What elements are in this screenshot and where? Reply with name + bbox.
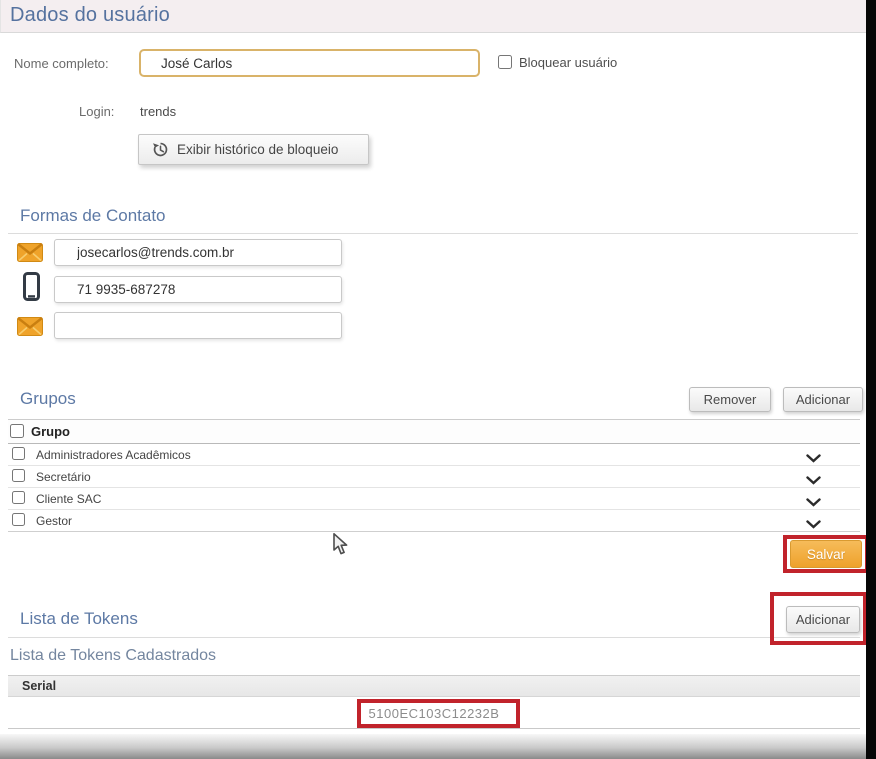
group-checkbox[interactable] [12, 447, 25, 460]
groups-section-heading: Grupos [20, 389, 76, 409]
tokens-table-header: Serial [8, 675, 860, 697]
secondary-email-input[interactable] [54, 312, 342, 339]
user-data-page: Dados do usuário Nome completo: Bloquear… [0, 0, 876, 759]
group-name: Administradores Acadêmicos [36, 448, 191, 462]
phone-icon [23, 272, 40, 306]
block-user-checkbox[interactable] [498, 55, 512, 69]
email-input[interactable] [54, 239, 342, 266]
group-checkbox[interactable] [12, 469, 25, 482]
token-row[interactable]: 5100EC103C12232B [8, 698, 860, 729]
full-name-label: Nome completo: [14, 56, 109, 71]
tokens-section-heading: Lista de Tokens [20, 609, 138, 629]
group-name: Cliente SAC [36, 492, 101, 506]
email-icon [17, 317, 43, 341]
group-row[interactable]: Gestor [8, 510, 860, 532]
group-row[interactable]: Secretário [8, 466, 860, 488]
show-block-history-label: Exibir histórico de bloqueio [177, 142, 338, 157]
full-name-input[interactable] [139, 49, 480, 77]
mouse-cursor [333, 533, 352, 560]
login-label: Login: [79, 104, 114, 119]
show-block-history-button[interactable]: Exibir histórico de bloqueio [138, 134, 369, 165]
add-group-button[interactable]: Adicionar [783, 387, 863, 412]
group-row[interactable]: Administradores Acadêmicos [8, 444, 860, 466]
group-row[interactable]: Cliente SAC [8, 488, 860, 510]
phone-input[interactable] [54, 276, 342, 303]
email-icon [17, 243, 43, 267]
page-title: Dados do usuário [10, 4, 170, 27]
add-token-button[interactable]: Adicionar [786, 606, 860, 633]
registered-tokens-heading: Lista de Tokens Cadastrados [10, 647, 216, 665]
block-user-label: Bloquear usuário [519, 55, 617, 70]
group-checkbox[interactable] [12, 491, 25, 504]
group-checkbox[interactable] [12, 513, 25, 526]
group-name: Secretário [36, 470, 91, 484]
tokens-divider [8, 637, 860, 638]
save-button[interactable]: Salvar [790, 540, 862, 568]
group-name: Gestor [36, 514, 72, 528]
history-clock-icon [152, 141, 169, 158]
chevron-down-icon[interactable] [806, 516, 821, 534]
login-value: trends [140, 104, 176, 119]
groups-table-header: Grupo [8, 419, 860, 444]
contact-divider [8, 233, 858, 234]
groups-column-header: Grupo [31, 424, 70, 439]
groups-table: Grupo Administradores Acadêmicos Secretá… [8, 419, 860, 532]
token-serial-value: 5100EC103C12232B [369, 706, 500, 721]
contact-section-heading: Formas de Contato [20, 206, 166, 226]
serial-column-header: Serial [22, 679, 56, 693]
right-black-strip [866, 0, 876, 759]
bottom-gradient-strip [0, 734, 866, 759]
select-all-groups-checkbox[interactable] [10, 424, 24, 438]
remove-group-button[interactable]: Remover [689, 387, 771, 412]
